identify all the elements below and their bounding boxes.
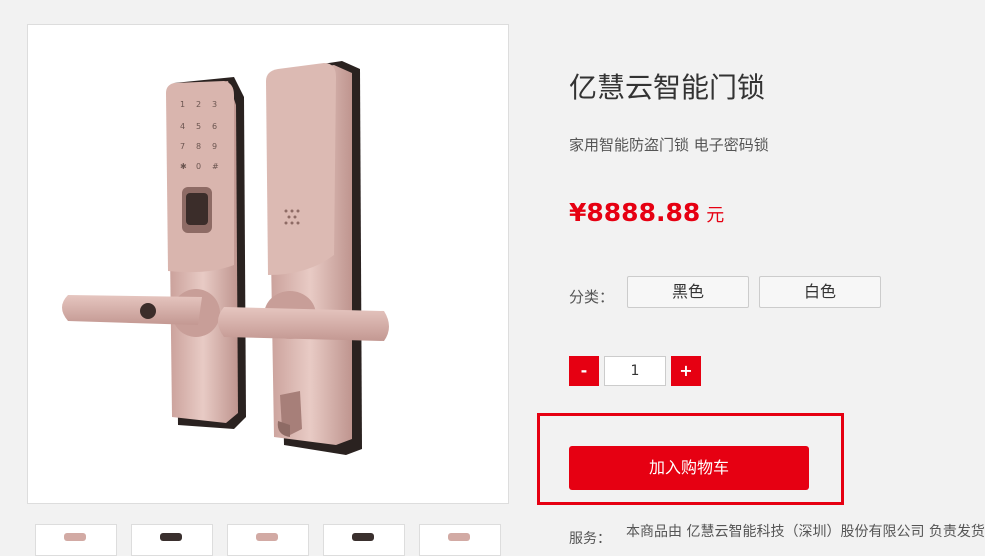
option-white-button[interactable]: 白色 [759,276,881,308]
quantity-input[interactable]: 1 [604,356,666,386]
svg-text:✱: ✱ [180,162,187,171]
svg-text:7: 7 [180,142,185,151]
svg-text:5: 5 [196,122,201,131]
quantity-decrease-button[interactable]: - [569,356,599,386]
thumbnail-2[interactable] [131,524,213,556]
svg-text:9: 9 [212,142,217,151]
door-lock-illustration: 1 2 3 4 5 6 7 8 9 ✱ 0 # [62,61,389,455]
product-title: 亿慧云智能门锁 [569,71,766,104]
product-subtitle: 家用智能防盗门锁 电子密码锁 [569,136,769,154]
thumbnail-1[interactable] [35,524,117,556]
add-to-cart-button[interactable]: 加入购物车 [569,446,809,490]
category-label: 分类： [569,288,615,306]
quantity-increase-button[interactable]: + [671,356,701,386]
svg-text:#: # [212,162,219,171]
svg-text:1: 1 [180,100,185,109]
svg-text:4: 4 [180,122,185,131]
price-amount: ¥8888.88 [569,198,701,227]
thumbnail-4[interactable] [323,524,405,556]
thumbnail-5[interactable] [419,524,501,556]
price-unit: 元 [706,205,725,226]
thumbnail-3[interactable] [227,524,309,556]
svg-text:8: 8 [196,142,201,151]
option-black-button[interactable]: 黑色 [627,276,749,308]
service-text: 本商品由 亿慧云智能科技（深圳）股份有限公司 负责发货 [626,524,985,540]
svg-text:0: 0 [196,162,201,171]
svg-text:3: 3 [212,100,217,109]
svg-text:2: 2 [196,100,201,109]
svg-text:6: 6 [212,122,217,131]
price-block: ¥8888.88 元 [569,198,724,227]
product-main-image: 1 2 3 4 5 6 7 8 9 ✱ 0 # [27,24,509,504]
service-label: 服务： [569,531,611,547]
